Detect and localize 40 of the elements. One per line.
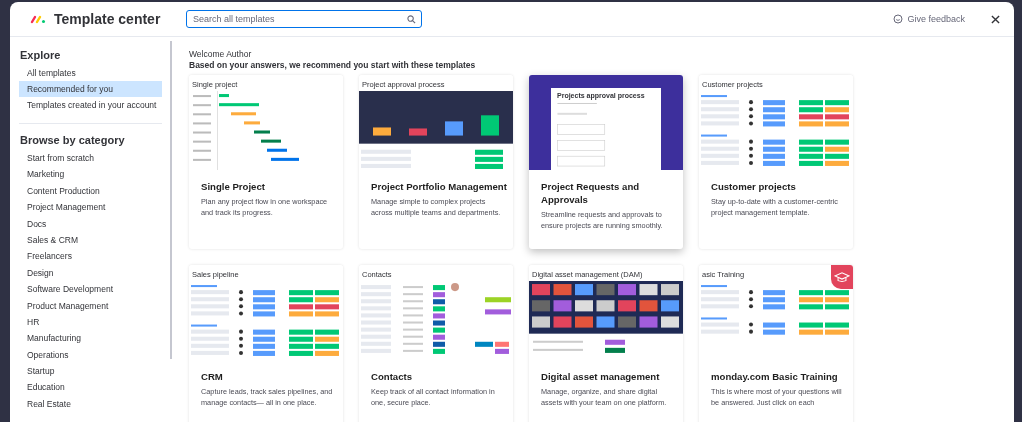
category-item[interactable]: Start from scratch: [19, 150, 162, 167]
category-item[interactable]: Freelancers: [19, 248, 162, 265]
template-title: Customer projects: [711, 180, 797, 193]
category-item[interactable]: Education: [19, 379, 162, 396]
section-heading: Explore: [19, 48, 62, 63]
feedback-button[interactable]: Give feedback: [893, 14, 965, 24]
category-item[interactable]: Operations: [19, 346, 162, 364]
template-title: Project Requests and Approvals: [541, 180, 641, 206]
category-item[interactable]: Marketing: [19, 166, 162, 183]
template-title: Contacts: [371, 370, 414, 383]
template-title: Digital asset management: [541, 370, 661, 383]
section-heading: Browse by category: [19, 133, 126, 148]
template-title: Project Portfolio Management: [371, 180, 508, 193]
graduation-cap-icon: [831, 265, 853, 289]
template-title: CRM: [201, 370, 224, 383]
category-item[interactable]: Manufacturing: [19, 330, 162, 347]
sidebar-item[interactable]: Templates created in your account: [19, 97, 162, 113]
category-item[interactable]: Software Development: [19, 281, 162, 298]
chat-smile-icon: [893, 14, 904, 24]
category-item[interactable]: Startup: [19, 363, 162, 380]
template-title: Single Project: [201, 180, 266, 193]
close-icon[interactable]: [991, 14, 1000, 24]
window-title: Template center: [54, 11, 162, 27]
search-icon: [407, 15, 416, 24]
category-item[interactable]: Docs: [19, 215, 162, 232]
category-item[interactable]: Product Management: [19, 297, 162, 314]
logo-icon: [30, 14, 46, 24]
scrollbar[interactable]: [170, 41, 172, 359]
recommendation-heading: Based on your answers, we recommend you start with these templates: [189, 60, 477, 70]
category-item[interactable]: Content Production: [19, 182, 162, 200]
sidebar-item[interactable]: Recommended for you: [19, 81, 162, 97]
category-item[interactable]: Real Estate: [19, 395, 162, 413]
category-item[interactable]: Design: [19, 264, 162, 282]
sidebar-item[interactable]: All templates: [19, 65, 162, 81]
template-title: monday.com Basic Training: [711, 370, 839, 383]
category-item[interactable]: Project Management: [19, 199, 162, 216]
search-field[interactable]: Search all templates: [186, 10, 422, 28]
greeting-text: Welcome Author: [189, 49, 253, 59]
category-item[interactable]: HR: [19, 313, 162, 331]
category-item[interactable]: Sales & CRM: [19, 231, 162, 249]
